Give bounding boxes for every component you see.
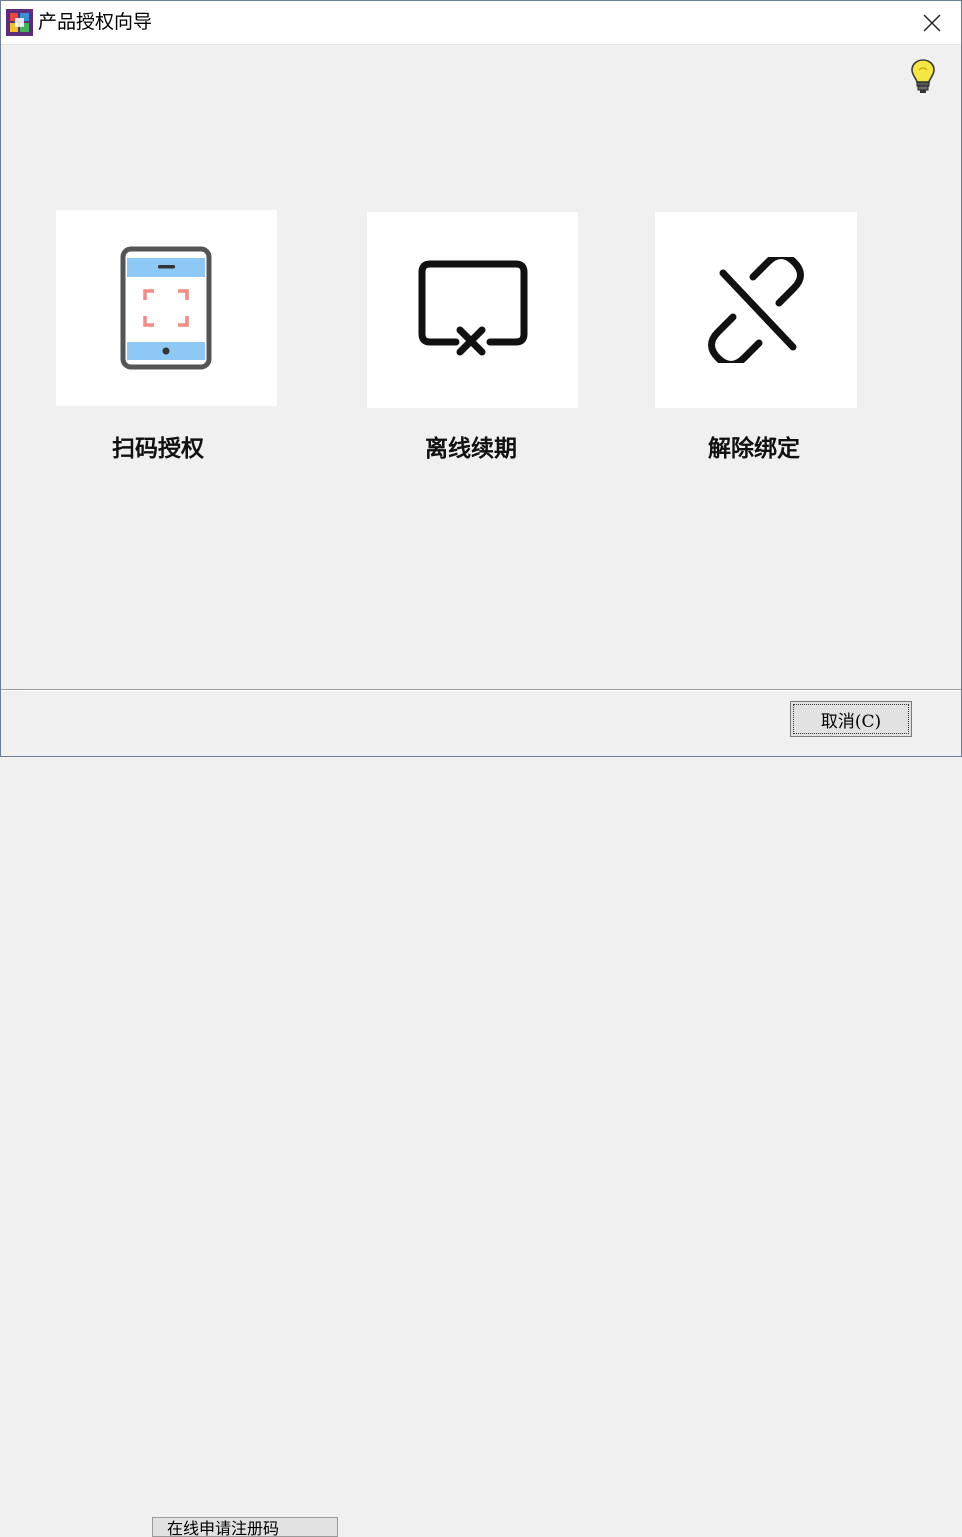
offline-renewal-card[interactable] xyxy=(367,212,578,408)
scan-authorize-card[interactable] xyxy=(56,210,277,406)
unbind-label: 解除绑定 xyxy=(708,435,800,462)
authorization-wizard-window: 产品授权向导 扫码授权 离线续期 解除绑定 取消(C) xyxy=(0,0,962,773)
scan-authorize-label: 扫码授权 xyxy=(112,435,204,462)
window-title: 产品授权向导 xyxy=(38,11,153,33)
title-bar: 产品授权向导 xyxy=(1,1,961,45)
tablet-scan-icon xyxy=(120,246,211,370)
close-icon xyxy=(923,14,941,31)
footer-divider xyxy=(1,689,961,691)
broken-link-icon xyxy=(708,257,804,363)
offline-renewal-label: 离线续期 xyxy=(425,435,517,462)
unbind-card[interactable] xyxy=(655,212,857,408)
close-button[interactable] xyxy=(903,1,961,44)
background-tab[interactable]: 在线申请注册码 xyxy=(152,1517,338,1537)
lightbulb-icon[interactable] xyxy=(907,57,939,95)
screen-x-icon xyxy=(418,260,527,356)
background-window-edge: 在线申请注册码 xyxy=(0,756,962,1537)
cancel-button[interactable]: 取消(C) xyxy=(790,701,912,737)
app-logo-icon xyxy=(6,9,33,36)
